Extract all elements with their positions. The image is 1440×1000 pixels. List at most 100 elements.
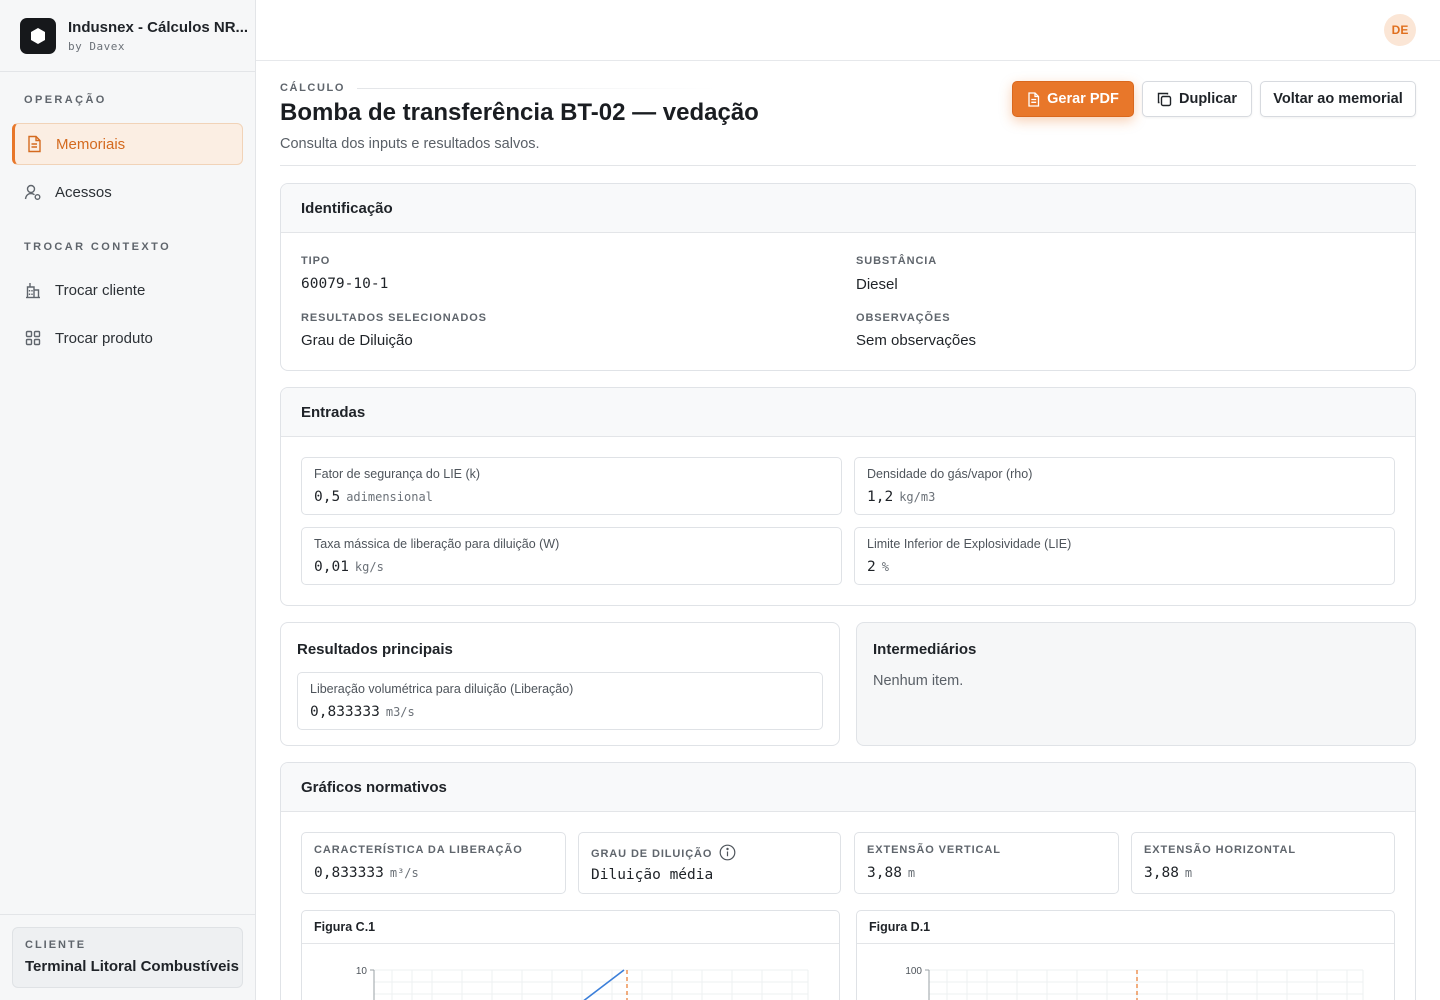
stat-unit: m (907, 866, 916, 880)
result-label: Liberação volumétrica para diluição (Lib… (310, 682, 574, 696)
sidebar-item-label: Trocar produto (55, 329, 153, 347)
y-tick-label: 10 (356, 966, 368, 977)
stat-item: EXTENSÃO VERTICAL 3,88 m (854, 832, 1119, 894)
field-label-resultados: RESULTADOS SELECIONADOS (301, 312, 487, 324)
info-icon[interactable] (719, 844, 736, 861)
input-label: Taxa mássica de liberação para diluição … (314, 537, 560, 551)
main-results-card: Resultados principais Liberação volumétr… (280, 622, 840, 746)
document-icon (1027, 91, 1040, 107)
figure-c1: Figura C.1 10 (301, 910, 840, 1000)
input-label: Limite Inferior de Explosividade (LIE) (867, 537, 1072, 551)
field-value-resultados: Grau de Diluição (301, 332, 413, 349)
input-item: Taxa mássica de liberação para diluição … (301, 527, 842, 585)
sidebar-divider (0, 914, 256, 915)
input-value: 1,2 (867, 489, 894, 505)
field-label-substancia: SUBSTÂNCIA (856, 255, 938, 267)
identification-title: Identificação (281, 184, 1415, 233)
input-value-row: 1,2 kg/m3 (867, 489, 935, 505)
result-unit: m3/s (385, 705, 415, 719)
input-unit: kg/s (354, 560, 384, 574)
sidebar-item-memoriais[interactable]: Memoriais (12, 123, 243, 165)
figure-title: Figura C.1 (302, 911, 839, 944)
eyebrow-divider (356, 87, 717, 89)
input-label: Densidade do gás/vapor (rho) (867, 467, 1033, 481)
client-label: CLIENTE (25, 939, 87, 951)
sidebar-item-label: Acessos (55, 183, 112, 201)
input-value: 0,5 (314, 489, 341, 505)
client-context[interactable]: CLIENTE Terminal Litoral Combustíveis (12, 927, 243, 988)
input-item: Densidade do gás/vapor (rho) 1,2 kg/m3 (854, 457, 1395, 515)
stat-label: CARACTERÍSTICA DA LIBERAÇÃO (314, 844, 523, 856)
main-results-title: Resultados principais (297, 641, 453, 658)
sidebar-item-trocar-cliente[interactable]: Trocar cliente (12, 269, 243, 311)
stat-value-row: 3,88 m (1144, 865, 1192, 881)
figure-title: Figura D.1 (857, 911, 1394, 944)
identification-card: Identificação TIPO 60079-10-1 SUBSTÂNCIA… (280, 183, 1416, 371)
client-name: Terminal Litoral Combustíveis (25, 958, 239, 975)
input-value-row: 0,01 kg/s (314, 559, 384, 575)
input-value: 0,01 (314, 559, 349, 575)
intermediates-card: Intermediários Nenhum item. (856, 622, 1416, 746)
grid-icon (24, 329, 42, 347)
field-label-tipo: TIPO (301, 255, 331, 267)
normative-charts-title: Gráficos normativos (281, 763, 1415, 812)
figure-c1-plot: 10 (356, 966, 809, 1000)
building-icon (24, 281, 42, 299)
brand[interactable]: Indusnex - Cálculos NR... by Davex (0, 0, 255, 72)
page-eyebrow: CÁLCULO (280, 82, 717, 94)
result-value: 0,833333 (310, 704, 380, 720)
stat-value: 0,833333 (314, 865, 384, 881)
input-label: Fator de segurança do LIE (k) (314, 467, 481, 481)
normative-charts-card: Gráficos normativos CARACTERÍSTICA DA LI… (280, 762, 1416, 1000)
sidebar-item-acessos[interactable]: Acessos (12, 171, 243, 213)
inputs-card: Entradas Fator de segurança do LIE (k) 0… (280, 387, 1416, 606)
result-value-row: 0,833333 m3/s (310, 704, 415, 720)
input-value: 2 (867, 559, 876, 575)
nav-section-trocar-contexto: TROCAR CONTEXTO (24, 241, 172, 253)
stat-item: GRAU DE DILUIÇÃO Diluição média (578, 832, 841, 894)
stat-unit: m³/s (389, 866, 419, 880)
brand-subtitle: by Davex (68, 39, 125, 53)
sidebar-item-label: Trocar cliente (55, 281, 146, 299)
figure-d1-plot: 100 (905, 966, 1364, 1000)
sidebar: Indusnex - Cálculos NR... by Davex OPERA… (0, 0, 256, 1000)
input-unit: % (881, 560, 889, 574)
stat-value-row: 0,833333 m³/s (314, 865, 419, 881)
input-unit: kg/m3 (899, 490, 936, 504)
back-to-memorial-button[interactable]: Voltar ao memorial (1260, 81, 1416, 117)
plot-grid (929, 969, 1364, 1000)
stat-unit: m (1184, 866, 1193, 880)
intermediates-empty: Nenhum item. (873, 673, 964, 689)
stat-value-row: Diluição média (591, 867, 713, 883)
page-subtitle: Consulta dos inputs e resultados salvos. (280, 136, 540, 152)
field-label-observacoes: OBSERVAÇÕES (856, 312, 951, 324)
stat-item: CARACTERÍSTICA DA LIBERAÇÃO 0,833333 m³/s (301, 832, 566, 894)
topbar: DE (256, 0, 1440, 61)
field-value-substancia: Diesel (856, 276, 898, 293)
stat-item: EXTENSÃO HORIZONTAL 3,88 m (1131, 832, 1395, 894)
sidebar-item-trocar-produto[interactable]: Trocar produto (12, 317, 243, 359)
nav-section-operacao: OPERAÇÃO (24, 94, 107, 106)
sidebar-item-label: Memoriais (56, 135, 126, 153)
hexagon-logo-icon (20, 17, 56, 54)
stat-value: 3,88 (1144, 865, 1179, 881)
header-divider (280, 165, 1416, 166)
document-icon (25, 135, 43, 153)
stat-value: 3,88 (867, 865, 902, 881)
intermediates-title: Intermediários (873, 641, 977, 658)
avatar[interactable]: DE (1384, 14, 1416, 46)
y-tick-label: 100 (905, 966, 922, 977)
input-value-row: 0,5 adimensional (314, 489, 433, 505)
field-value-observacoes: Sem observações (856, 332, 977, 349)
input-item: Limite Inferior de Explosividade (LIE) 2… (854, 527, 1395, 585)
brand-title: Indusnex - Cálculos NR... (68, 18, 249, 36)
input-unit: adimensional (346, 490, 433, 504)
generate-pdf-button[interactable]: Gerar PDF (1012, 81, 1134, 117)
copy-icon (1157, 92, 1172, 107)
figure-d1: Figura D.1 100 (856, 910, 1395, 1000)
stat-label: EXTENSÃO VERTICAL (867, 844, 1001, 856)
result-item: Liberação volumétrica para diluição (Lib… (297, 672, 823, 730)
duplicate-button[interactable]: Duplicar (1142, 81, 1252, 117)
eyebrow-text: CÁLCULO (280, 82, 345, 94)
generate-pdf-label: Gerar PDF (1047, 91, 1119, 107)
